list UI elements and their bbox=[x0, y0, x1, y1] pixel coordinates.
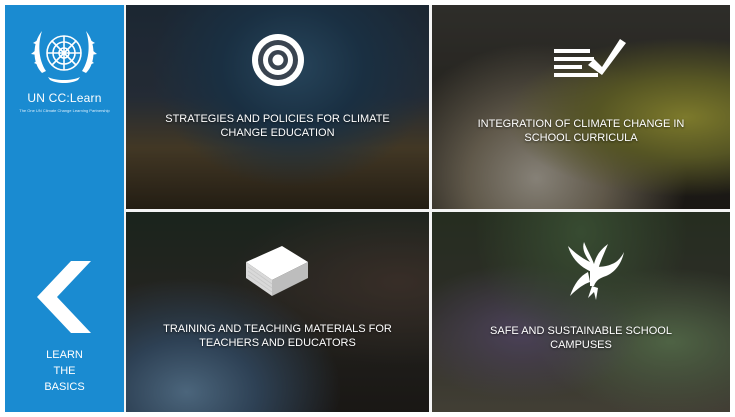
tile-title: STRATEGIES AND POLICIES FOR CLIMATE CHAN… bbox=[126, 112, 429, 140]
checklist-icon bbox=[554, 39, 626, 77]
target-icon bbox=[252, 34, 304, 86]
learn-the-basics-button[interactable]: LEARN THE BASICS bbox=[15, 347, 114, 395]
tile-title: SAFE AND SUSTAINABLE SCHOOL CAMPUSES bbox=[432, 324, 730, 352]
tile-curricula-integration[interactable]: INTEGRATION OF CLIMATE CHANGE IN SCHOOL … bbox=[432, 5, 730, 209]
paper-stack-icon bbox=[246, 246, 308, 296]
tile-title-line: STRATEGIES AND POLICIES FOR CLIMATE bbox=[165, 113, 390, 125]
tile-title-line: SCHOOL CURRICULA bbox=[524, 132, 638, 144]
app-frame: UN CC:Learn The One UN Climate Change Le… bbox=[5, 5, 730, 412]
chevron-left-icon[interactable] bbox=[35, 261, 91, 333]
tile-safe-campuses[interactable]: SAFE AND SUSTAINABLE SCHOOL CAMPUSES bbox=[432, 212, 730, 412]
learn-label-line: THE bbox=[53, 365, 76, 377]
tile-strategies-policies[interactable]: STRATEGIES AND POLICIES FOR CLIMATE CHAN… bbox=[126, 5, 429, 209]
brand-logo[interactable]: UN CC:Learn The One UN Climate Change Le… bbox=[5, 5, 124, 125]
learn-label-line: BASICS bbox=[44, 381, 85, 393]
tile-teaching-materials[interactable]: TRAINING AND TEACHING MATERIALS FOR TEAC… bbox=[126, 212, 429, 412]
brand-name: UN CC:Learn bbox=[27, 91, 102, 105]
tile-title: TRAINING AND TEACHING MATERIALS FOR TEAC… bbox=[126, 322, 429, 350]
tile-title-line: CAMPUSES bbox=[550, 339, 612, 351]
tile-title-line: TRAINING AND TEACHING MATERIALS FOR bbox=[163, 323, 392, 335]
dove-icon bbox=[568, 242, 624, 300]
learn-label-line: LEARN bbox=[46, 349, 83, 361]
tile-title: INTEGRATION OF CLIMATE CHANGE IN SCHOOL … bbox=[432, 117, 730, 145]
tile-title-line: INTEGRATION OF CLIMATE CHANGE IN bbox=[477, 118, 685, 130]
sidebar: UN CC:Learn The One UN Climate Change Le… bbox=[5, 5, 124, 412]
tile-title-line: TEACHERS AND EDUCATORS bbox=[199, 337, 356, 349]
tile-title-line: SAFE AND SUSTAINABLE SCHOOL bbox=[490, 325, 672, 337]
brand-tagline: The One UN Climate Change Learning Partn… bbox=[19, 108, 110, 113]
un-emblem-icon bbox=[31, 31, 97, 83]
tile-title-line: CHANGE EDUCATION bbox=[220, 127, 335, 139]
